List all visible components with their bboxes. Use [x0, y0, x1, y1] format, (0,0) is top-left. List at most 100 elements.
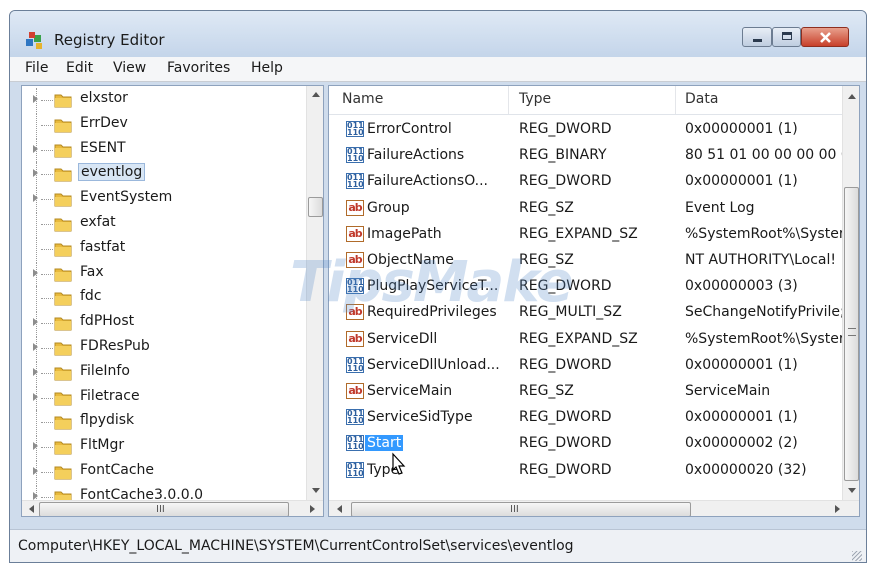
tree-scroll-thumb[interactable] — [308, 197, 323, 217]
tree-item[interactable]: FileInfo — [22, 360, 302, 385]
expand-arrow-icon[interactable] — [33, 343, 38, 351]
menu-favorites[interactable]: Favorites — [167, 60, 230, 76]
string-value-icon: ab — [346, 225, 364, 242]
title-bar[interactable]: Registry Editor — [10, 11, 866, 57]
tree-item-label: exfat — [80, 214, 116, 230]
menu-help[interactable]: Help — [251, 60, 283, 76]
list-horizontal-scrollbar[interactable]: III — [329, 500, 859, 516]
tree-item[interactable]: EventSystem — [22, 187, 302, 212]
tree-item-label: FileInfo — [80, 362, 130, 379]
tree-item[interactable]: FltMgr — [22, 435, 302, 460]
expand-arrow-icon[interactable] — [33, 144, 38, 153]
menu-file[interactable]: File — [25, 60, 48, 76]
expand-arrow-icon[interactable] — [33, 467, 38, 475]
column-divider[interactable] — [508, 86, 509, 114]
registry-value-row[interactable]: 011 110 ServiceSidType REG_DWORD 0x00000001 … — [329, 404, 843, 430]
tree-item-label: eventlog — [78, 163, 146, 182]
registry-tree-pane[interactable]: elxstor ErrDev ESENT eventlog EventSystem exf… — [21, 85, 324, 517]
expand-arrow-icon[interactable] — [33, 367, 38, 376]
registry-value-row[interactable]: ab ImagePath REG_EXPAND_SZ %SystemRoot%\Sys… — [329, 221, 845, 247]
value-type: REG_DWORD — [519, 461, 612, 478]
value-data: SeChangeNotifyPrivile; — [685, 304, 845, 321]
folder-icon — [54, 268, 72, 282]
registry-value-row[interactable]: 011 110 ServiceDllUnload... REG_DWORD 0x0000… — [329, 352, 843, 378]
registry-editor-app-icon — [26, 32, 42, 49]
resize-grip-icon[interactable] — [852, 551, 862, 561]
close-icon — [820, 32, 831, 43]
tree-item-label: ErrDev — [80, 114, 128, 131]
registry-value-row[interactable]: 011 110 FailureActions REG_BINARY 80 51 01 0… — [329, 142, 845, 168]
tree-item[interactable]: FontCache — [22, 460, 302, 484]
tree-item[interactable]: ErrDev — [22, 112, 302, 137]
tree-item[interactable]: fdPHost — [22, 311, 302, 336]
tree-item[interactable]: ESENT — [22, 137, 302, 162]
status-bar: Computer\HKEY_LOCAL_MACHINE\SYSTEM\Curre… — [10, 529, 866, 562]
value-name: ServiceMain — [367, 383, 453, 399]
tree-item-label: flpydisk — [80, 412, 135, 429]
expand-arrow-icon[interactable] — [33, 491, 38, 500]
scroll-left-icon[interactable] — [29, 505, 34, 513]
tree-item[interactable]: fastfat — [22, 236, 302, 261]
tree-item[interactable]: eventlog — [22, 162, 302, 187]
tree-item[interactable]: Filetrace — [22, 385, 302, 410]
list-scroll-thumb[interactable] — [844, 187, 859, 481]
tree-item-label: fdPHost — [80, 313, 135, 330]
scroll-down-icon[interactable] — [848, 488, 856, 493]
tree-horizontal-scrollbar[interactable]: III — [22, 500, 323, 516]
scroll-up-icon[interactable] — [848, 94, 856, 99]
tree-line — [41, 422, 53, 424]
tree-item[interactable]: elxstor — [22, 88, 302, 112]
scroll-down-icon[interactable] — [312, 488, 320, 493]
expand-arrow-icon[interactable] — [33, 268, 38, 277]
scroll-right-icon[interactable] — [310, 505, 315, 513]
folder-icon — [54, 292, 72, 306]
tree-hscroll-thumb[interactable]: III — [39, 502, 289, 516]
registry-value-row[interactable]: 011 110 ErrorControl REG_DWORD 0x00000001 (1… — [329, 116, 843, 142]
list-hscroll-thumb[interactable]: III — [351, 502, 691, 516]
tree-item-label: elxstor — [80, 90, 128, 106]
string-value-icon: ab — [346, 330, 364, 347]
scroll-left-icon[interactable] — [337, 505, 342, 513]
tree-item[interactable]: fdc — [22, 286, 302, 311]
scroll-right-icon[interactable] — [835, 505, 840, 513]
expand-arrow-icon[interactable] — [33, 318, 38, 327]
folder-icon — [54, 144, 72, 158]
tree-item-label: FDResPub — [80, 338, 150, 354]
tree-line — [41, 397, 53, 399]
maximize-button[interactable] — [772, 27, 801, 47]
expand-arrow-icon[interactable] — [33, 169, 38, 178]
registry-value-row[interactable]: ab ServiceDll REG_EXPAND_SZ %SystemRoot%\Sy… — [329, 326, 845, 352]
column-divider[interactable] — [675, 86, 676, 114]
list-header: Name Type Data — [329, 86, 843, 115]
status-key-path: Computer\HKEY_LOCAL_MACHINE\SYSTEM\Curre… — [18, 538, 574, 554]
close-button[interactable] — [801, 27, 849, 47]
menu-edit[interactable]: Edit — [66, 60, 93, 76]
tree-item[interactable]: Fax — [22, 261, 302, 286]
expand-arrow-icon[interactable] — [33, 194, 38, 203]
menu-view[interactable]: View — [113, 60, 146, 76]
tree-line — [41, 100, 53, 101]
value-name: FailureActionsO... — [367, 173, 489, 190]
tree-item[interactable]: FDResPub — [22, 336, 302, 360]
tree-item[interactable]: flpydisk — [22, 410, 302, 435]
folder-icon — [54, 392, 72, 406]
column-header-name[interactable]: Name — [342, 91, 383, 107]
tree-item[interactable]: exfat — [22, 212, 302, 236]
registry-value-row[interactable]: 011 110 FailureActionsO... REG_DWORD 0x00000… — [329, 168, 843, 194]
value-data: 0x00000003 (3) — [685, 278, 798, 295]
column-header-data[interactable]: Data — [685, 91, 718, 107]
expand-arrow-icon[interactable] — [33, 442, 38, 451]
registry-value-row[interactable]: ab ServiceMain REG_SZ ServiceMain — [329, 378, 843, 404]
expand-arrow-icon[interactable] — [33, 95, 38, 103]
registry-value-row[interactable]: ab Group REG_SZ Event Log — [329, 195, 843, 221]
expand-arrow-icon[interactable] — [33, 392, 38, 401]
tree-line — [36, 212, 37, 236]
minimize-button[interactable] — [742, 27, 772, 47]
value-data: ServiceMain — [685, 383, 771, 399]
scroll-up-icon[interactable] — [312, 92, 320, 97]
column-header-type[interactable]: Type — [519, 91, 551, 107]
list-vertical-scrollbar[interactable] — [842, 86, 859, 500]
value-name: Group — [367, 199, 410, 216]
tree-line — [41, 124, 53, 126]
value-data: 0x00000020 (32) — [685, 461, 807, 478]
